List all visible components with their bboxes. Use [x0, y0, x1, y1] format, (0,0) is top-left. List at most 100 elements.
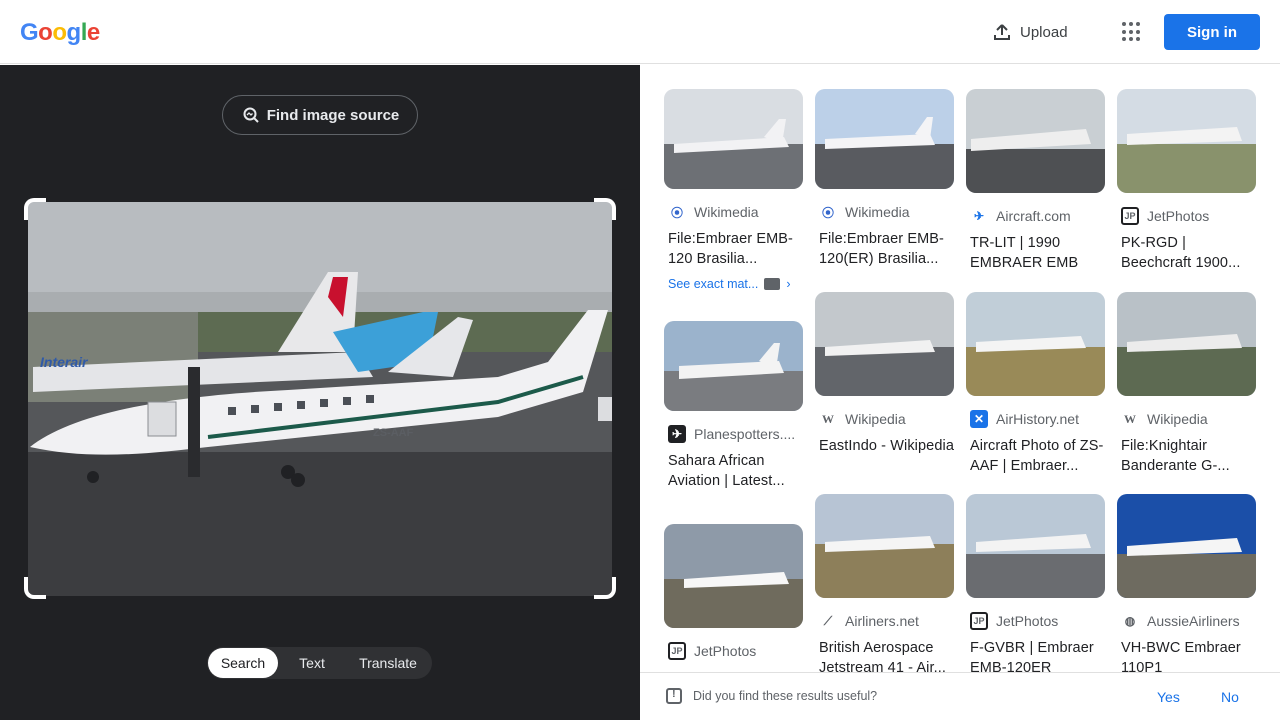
upload-button[interactable]: Upload [992, 20, 1068, 44]
result-thumbnail[interactable] [1117, 89, 1256, 193]
source-label: Wikipedia [1147, 411, 1208, 427]
result-card[interactable]: ✈ Planespotters.... Sahara African Aviat… [664, 321, 803, 491]
planespotters-icon: ✈ [668, 425, 686, 443]
source-label: JetPhotos [694, 643, 757, 659]
wikimedia-icon: ⦿ [670, 205, 683, 220]
result-thumbnail[interactable] [815, 292, 954, 396]
logo-letter: o [52, 19, 67, 46]
visual-matches-grid: ⦿ Wikimedia File:Embraer EMB-120 Brasili… [640, 65, 1280, 720]
result-thumbnail[interactable] [966, 494, 1105, 598]
result-source: JP JetPhotos [1117, 207, 1256, 225]
result-card[interactable]: ⦿ Wikimedia File:Embraer EMB-120 Brasili… [664, 89, 803, 291]
result-source: JP JetPhotos [966, 612, 1105, 630]
apps-grid-icon[interactable] [1122, 22, 1142, 42]
airline-text-on-fuselage: Interair [40, 354, 89, 370]
logo-letter: e [86, 19, 100, 46]
result-title[interactable]: Sahara African Aviation | Latest... [664, 451, 803, 491]
jetphotos-icon: JP [1121, 207, 1139, 225]
result-thumbnail[interactable] [664, 89, 803, 189]
google-logo[interactable]: Google [20, 19, 100, 47]
registration-text: ZS-AAF [373, 427, 414, 439]
wikipedia-icon: W [1124, 411, 1136, 426]
source-label: Airliners.net [845, 613, 919, 629]
result-source: ✈ Aircraft.com [966, 207, 1105, 225]
result-card[interactable]: W Wikipedia EastIndo - Wikipedia [815, 292, 954, 476]
result-thumbnail[interactable] [664, 524, 803, 628]
result-thumbnail[interactable] [966, 292, 1105, 396]
find-image-source-button[interactable]: Find image source [222, 95, 418, 135]
thumbnail-stack-icon [764, 278, 781, 290]
see-exact-matches-link[interactable]: See exact mat... › [664, 277, 803, 291]
source-label: JetPhotos [996, 613, 1059, 629]
result-thumbnail[interactable] [1117, 292, 1256, 396]
logo-letter: g [66, 19, 82, 46]
result-thumbnail[interactable] [1117, 494, 1256, 598]
query-image[interactable]: Interair ZS-AAF [28, 202, 612, 596]
source-label: AirHistory.net [996, 411, 1079, 427]
source-label: Wikimedia [845, 204, 910, 220]
airhistory-icon: ✕ [970, 410, 988, 428]
result-source: W Wikipedia [1117, 410, 1256, 428]
aircraft-icon: ✈ [973, 209, 985, 223]
result-title[interactable]: File:Knightair Banderante G-... [1117, 436, 1256, 476]
result-title[interactable]: TR-LIT | 1990 EMBRAER EMB 12... [966, 233, 1105, 273]
see-exact-label: See exact mat... [668, 277, 759, 291]
mode-tabs: Search Text Translate [207, 647, 432, 679]
result-card[interactable]: ⦿ Wikimedia File:Embraer EMB-120(ER) Bra… [815, 89, 954, 269]
result-source: ⦿ Wikimedia [664, 203, 803, 221]
source-label: Wikimedia [694, 204, 759, 220]
result-title[interactable]: File:Embraer EMB-120 Brasilia... [664, 229, 803, 269]
feedback-question: Did you find these results useful? [693, 689, 878, 703]
result-thumbnail[interactable] [966, 89, 1105, 193]
result-thumbnail[interactable] [664, 321, 803, 411]
jetphotos-icon: JP [970, 612, 988, 630]
feedback-icon [666, 688, 682, 704]
crop-handle-bottom-left[interactable] [24, 577, 46, 599]
find-source-label: Find image source [266, 106, 400, 124]
result-thumbnail[interactable] [815, 89, 954, 189]
tab-search[interactable]: Search [208, 648, 278, 678]
result-source: ⟋ Airliners.net [815, 612, 954, 630]
source-label: Aircraft.com [996, 208, 1071, 224]
image-search-icon [243, 107, 259, 123]
upload-label: Upload [1020, 23, 1068, 41]
result-card[interactable]: ✈ Aircraft.com TR-LIT | 1990 EMBRAER EMB… [966, 89, 1105, 273]
sign-in-button[interactable]: Sign in [1164, 14, 1260, 50]
crop-handle-bottom-right[interactable] [594, 577, 616, 599]
crop-handle-top-right[interactable] [594, 198, 616, 220]
airliners-icon: ⟋ [823, 613, 833, 628]
feedback-no-button[interactable]: No [1221, 689, 1239, 705]
result-title[interactable]: Aircraft Photo of ZS-AAF | Embraer... [966, 436, 1105, 476]
tab-text[interactable]: Text [278, 648, 346, 678]
result-source: ✕ AirHistory.net [966, 410, 1105, 428]
wikimedia-icon: ⦿ [821, 205, 834, 220]
chevron-right-icon: › [786, 277, 791, 291]
result-title[interactable]: File:Embraer EMB-120(ER) Brasilia... [815, 229, 954, 269]
result-card[interactable]: JP JetPhotos PK-RGD | Beechcraft 1900... [1117, 89, 1256, 273]
result-source: W Wikipedia [815, 410, 954, 428]
globe-icon: ◍ [1124, 614, 1136, 628]
logo-letter: o [38, 19, 53, 46]
result-card[interactable]: ◍ AussieAirliners VH-BWC Embraer 110P1 [1117, 494, 1256, 678]
source-label: Planespotters.... [694, 426, 796, 442]
feedback-yes-button[interactable]: Yes [1157, 689, 1180, 705]
result-source: ◍ AussieAirliners [1117, 612, 1256, 630]
upload-icon [994, 24, 1010, 40]
wikipedia-icon: W [822, 411, 834, 426]
source-label: AussieAirliners [1147, 613, 1240, 629]
jetphotos-icon: JP [668, 642, 686, 660]
tab-translate[interactable]: Translate [346, 648, 430, 678]
header: Google Upload Sign in [0, 0, 1280, 64]
result-card[interactable]: ✕ AirHistory.net Aircraft Photo of ZS-AA… [966, 292, 1105, 476]
result-card[interactable]: W Wikipedia File:Knightair Banderante G-… [1117, 292, 1256, 476]
source-label: Wikipedia [845, 411, 906, 427]
result-card[interactable]: JP JetPhotos F-GVBR | Embraer EMB-120ER … [966, 494, 1105, 678]
result-title[interactable]: EastIndo - Wikipedia [815, 436, 954, 476]
result-source: ⦿ Wikimedia [815, 203, 954, 221]
result-title[interactable]: PK-RGD | Beechcraft 1900... [1117, 233, 1256, 273]
result-thumbnail[interactable] [815, 494, 954, 598]
result-card[interactable]: ⟋ Airliners.net British Aerospace Jetstr… [815, 494, 954, 678]
logo-letter: G [20, 19, 39, 46]
crop-handle-top-left[interactable] [24, 198, 46, 220]
source-label: JetPhotos [1147, 208, 1210, 224]
